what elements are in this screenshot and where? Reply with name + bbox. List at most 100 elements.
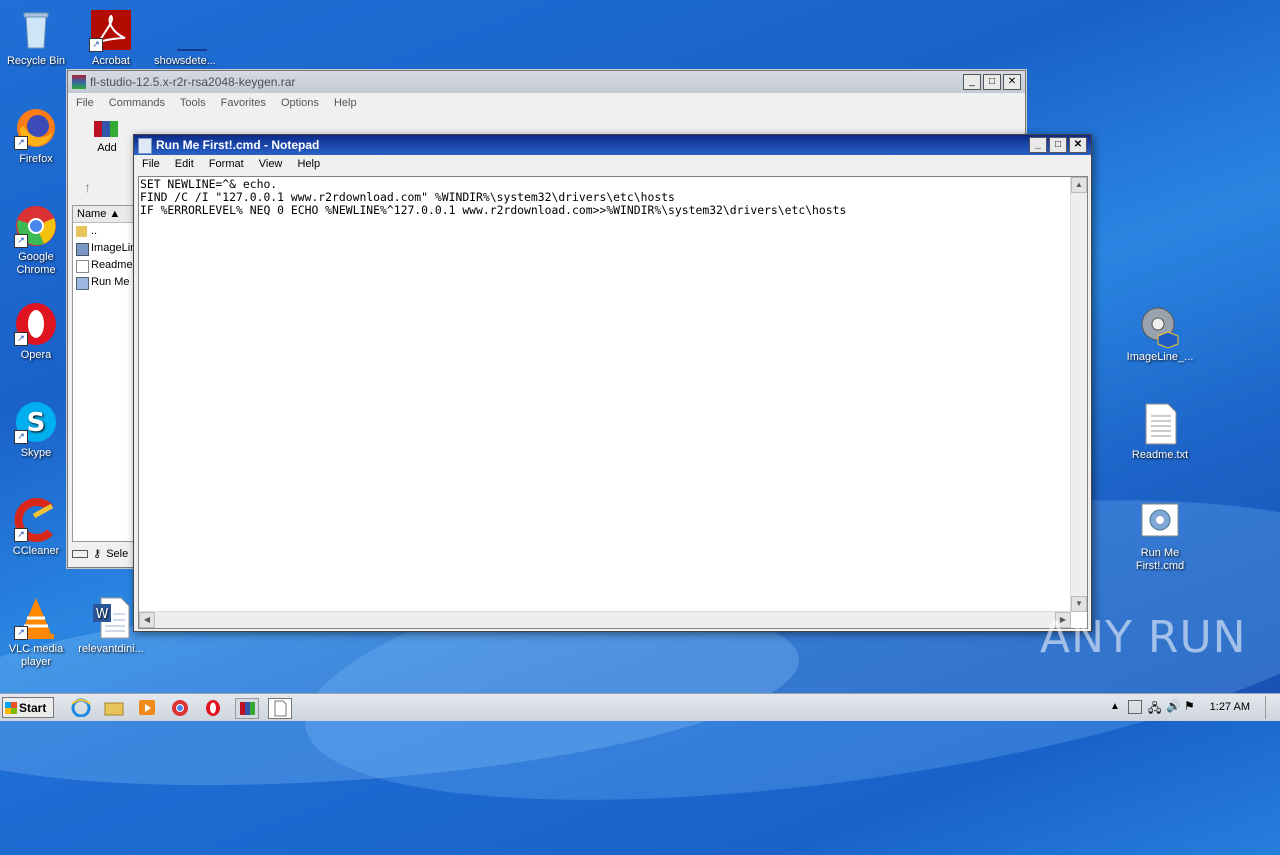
desktop-icon-opera[interactable]: ↗ Opera <box>1 302 71 362</box>
desktop-icon-label: Opera <box>20 349 52 361</box>
minimize-button[interactable]: _ <box>1029 137 1047 153</box>
menu-tools[interactable]: Tools <box>180 97 206 109</box>
scroll-up-icon[interactable]: ▲ <box>1071 177 1087 193</box>
firefox-icon: ↗ <box>14 106 58 150</box>
desktop-icon-label: showsdete... <box>154 55 216 67</box>
ie-taskbar-icon[interactable] <box>70 698 92 718</box>
volume-icon[interactable]: 🔊 <box>1166 699 1181 713</box>
shortcut-arrow-icon: ↗ <box>14 136 28 150</box>
notepad-window[interactable]: Run Me First!.cmd - Notepad _ □ ✕ File E… <box>133 134 1092 632</box>
desktop-icon-ccleaner[interactable]: ↗ CCleaner <box>1 498 71 558</box>
desktop-icon-recycle-bin[interactable]: Recycle Bin <box>1 8 71 68</box>
menu-favorites[interactable]: Favorites <box>221 97 266 109</box>
flag-icon[interactable]: ⚑ <box>1184 699 1195 713</box>
explorer-taskbar-icon[interactable] <box>103 698 125 717</box>
clock[interactable]: 1:27 AM <box>1210 694 1250 721</box>
show-hidden-icons-icon[interactable]: ▲ <box>1110 701 1120 712</box>
desktop-icon-label: Recycle Bin <box>6 55 66 67</box>
start-label: Start <box>19 701 47 715</box>
anyrun-watermark: ANY RUN <box>1040 612 1247 663</box>
shortcut-arrow-icon: ↗ <box>14 528 28 542</box>
maximize-button[interactable]: □ <box>1049 137 1067 153</box>
desktop-icon-label: Run Me First!.cmd <box>1135 547 1185 572</box>
desktop-icon-label: VLC media player <box>8 643 64 668</box>
list-item[interactable]: ImageLine <box>73 240 133 257</box>
media-player-taskbar-icon[interactable] <box>136 698 158 717</box>
shortcut-arrow-icon: ↗ <box>89 38 103 52</box>
add-button[interactable]: Add <box>90 119 124 154</box>
maximize-button[interactable]: □ <box>983 74 1001 90</box>
desktop-icon-showsdete[interactable]: showsdete... <box>150 8 220 68</box>
menu-help[interactable]: Help <box>334 97 357 109</box>
horizontal-scrollbar[interactable]: ◀ ▶ <box>139 611 1071 628</box>
desktop-icon-label: Readme.txt <box>1131 449 1189 461</box>
shortcut-arrow-icon: ↗ <box>14 430 28 444</box>
add-label: Add <box>97 142 117 154</box>
desktop-icon-label: CCleaner <box>12 545 60 557</box>
notepad-editor[interactable]: SET NEWLINE=^& echo. FIND /C /I "127.0.0… <box>138 176 1088 629</box>
show-desktop-button[interactable] <box>1265 696 1280 719</box>
winrar-title: fl-studio-12.5.x-r2r-rsa2048-keygen.rar <box>90 75 296 89</box>
menu-file[interactable]: File <box>76 97 94 109</box>
menu-options[interactable]: Options <box>281 97 319 109</box>
desktop-icon-imageline[interactable]: ImageLine_... <box>1125 304 1195 364</box>
winrar-taskbar-icon[interactable] <box>235 698 259 719</box>
notepad-app-icon <box>138 138 152 154</box>
action-center-icon[interactable] <box>1128 700 1142 714</box>
svg-text:W: W <box>96 607 109 622</box>
close-button[interactable]: ✕ <box>1003 74 1021 90</box>
desktop-icon-skype[interactable]: S ↗ Skype <box>1 400 71 460</box>
opera-icon: ↗ <box>14 302 58 346</box>
status-text: Sele <box>106 548 129 560</box>
list-item[interactable]: .. <box>73 223 133 240</box>
windows-logo-icon <box>5 702 17 714</box>
opera-taskbar-icon[interactable] <box>202 698 224 717</box>
vertical-scrollbar[interactable]: ▲ ▼ <box>1070 177 1087 612</box>
desktop-icon-label: Firefox <box>19 153 53 165</box>
notepad-window-controls: _ □ ✕ <box>1029 137 1087 153</box>
scroll-left-icon[interactable]: ◀ <box>139 612 155 628</box>
system-tray: ▲ 🖧 🔊 ⚑ 1:27 AM <box>1100 694 1280 721</box>
desktop-icon-label: Acrobat <box>92 55 130 67</box>
chrome-taskbar-icon[interactable] <box>169 698 191 717</box>
desktop-icon-chrome[interactable]: ↗ Google Chrome <box>1 204 71 277</box>
cmd-file-icon <box>1138 500 1182 544</box>
start-button[interactable]: Start <box>2 697 54 718</box>
notepad-text-content[interactable]: SET NEWLINE=^& echo. FIND /C /I "127.0.0… <box>140 178 1070 611</box>
recycle-bin-icon <box>14 8 58 52</box>
desktop-icon-firefox[interactable]: ↗ Firefox <box>1 106 71 166</box>
acrobat-icon: ↗ <box>89 8 133 52</box>
notepad-titlebar[interactable]: Run Me First!.cmd - Notepad _ □ ✕ <box>134 135 1091 155</box>
winrar-file-list[interactable]: Name ▲ .. ImageLine Readme Run Me <box>72 205 134 542</box>
list-item[interactable]: Run Me <box>73 274 133 291</box>
up-arrow-icon[interactable]: ↑ <box>84 179 91 195</box>
menu-help[interactable]: Help <box>297 158 320 170</box>
shortcut-arrow-icon: ↗ <box>14 234 28 248</box>
menu-format[interactable]: Format <box>209 158 244 170</box>
svg-text:S: S <box>27 408 46 438</box>
key-icon: ⚷ <box>93 548 102 560</box>
network-icon[interactable]: 🖧 <box>1148 699 1161 720</box>
winrar-titlebar[interactable]: fl-studio-12.5.x-r2r-rsa2048-keygen.rar … <box>68 71 1025 93</box>
vlc-icon: ↗ <box>14 596 58 640</box>
minimize-button[interactable]: _ <box>963 74 981 90</box>
close-button[interactable]: ✕ <box>1069 137 1087 153</box>
desktop-icon-acrobat[interactable]: ↗ Acrobat <box>76 8 146 68</box>
column-header-name[interactable]: Name ▲ <box>73 206 133 223</box>
text-file-icon <box>76 260 89 273</box>
menu-commands[interactable]: Commands <box>109 97 165 109</box>
menu-view[interactable]: View <box>259 158 283 170</box>
desktop-icon-label: ImageLine_... <box>1126 351 1194 363</box>
desktop-icon-vlc[interactable]: ↗ VLC media player <box>1 596 71 669</box>
word-doc-icon: W <box>89 596 133 640</box>
menu-edit[interactable]: Edit <box>175 158 194 170</box>
chrome-icon: ↗ <box>14 204 58 248</box>
taskbar: Start ▲ 🖧 🔊 ⚑ 1:27 AM <box>0 693 1280 721</box>
desktop-icon-run-me-first[interactable]: Run Me First!.cmd <box>1125 500 1195 573</box>
desktop-icon-label: Google Chrome <box>16 251 56 276</box>
scroll-down-icon[interactable]: ▼ <box>1071 596 1087 612</box>
desktop-icon-readme[interactable]: Readme.txt <box>1125 402 1195 462</box>
list-item[interactable]: Readme <box>73 257 133 274</box>
notepad-taskbar-icon[interactable] <box>268 698 292 719</box>
menu-file[interactable]: File <box>142 158 160 170</box>
